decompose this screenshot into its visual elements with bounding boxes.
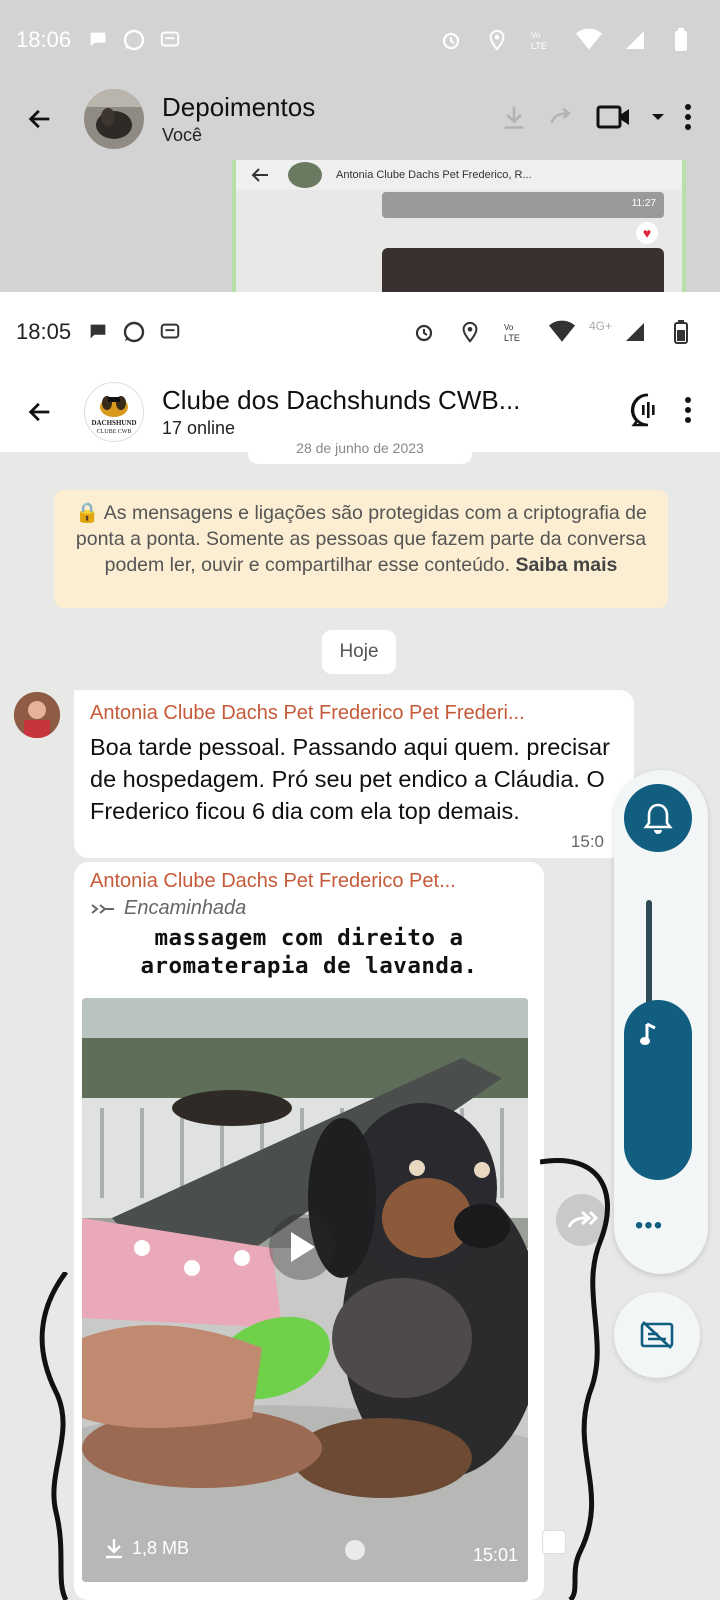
nested-image <box>382 248 664 292</box>
network-type: 4G+ <box>588 319 612 333</box>
chat-title: Clube dos Dachshunds CWB... <box>162 385 521 415</box>
forwarded-icon <box>91 903 114 914</box>
battery-icon <box>668 319 694 345</box>
message-icon <box>157 319 183 345</box>
encryption-notice[interactable]: 🔒 As mensagens e ligações são protegidas… <box>54 490 668 608</box>
more-options-button[interactable] <box>684 395 692 430</box>
message-icon <box>157 27 183 53</box>
download-icon <box>106 1539 122 1559</box>
sender-name[interactable]: Antonia Clube Dachs Pet Frederico Pet... <box>90 870 536 893</box>
volume-panel: ••• <box>614 770 708 1274</box>
video-caption: massagem com direito a aromaterapia de l… <box>82 924 536 980</box>
sender-name[interactable]: Antonia Clube Dachs Pet Frederico Pet Fr… <box>90 702 618 725</box>
wifi-icon <box>576 27 602 53</box>
chevron-down-icon[interactable] <box>650 110 666 128</box>
date-chip: 28 de junho de 2023 <box>248 440 472 464</box>
back-button[interactable] <box>18 390 62 434</box>
message-time: 15:0 <box>570 832 604 851</box>
nested-contact: Antonia Clube Dachs Pet Frederico, R... <box>336 169 532 181</box>
svg-text:Vo: Vo <box>531 31 541 40</box>
background-screenshot: 18:06 Vo LTE Depoimentos Você Antonia Cl… <box>0 0 720 292</box>
arrow-left-icon <box>28 109 50 129</box>
learn-more-link[interactable]: Saiba mais <box>515 554 617 576</box>
status-bar: 18:06 Vo LTE <box>0 0 720 80</box>
location-icon <box>484 27 510 53</box>
sender-avatar[interactable] <box>14 692 60 738</box>
play-icon <box>291 1232 315 1262</box>
video-size: 1,8 MB <box>132 1537 190 1558</box>
chat-bubble-icon <box>85 27 111 53</box>
message-bubble[interactable]: Antonia Clube Dachs Pet Frederico Pet Fr… <box>74 690 634 858</box>
nested-message: 11:27 <box>382 192 664 218</box>
nested-screenshot: Antonia Clube Dachs Pet Frederico, R... … <box>232 160 686 292</box>
chat-bubble-icon <box>85 319 111 345</box>
group-avatar[interactable]: DACHSHUND CLUBE CWB <box>84 382 144 442</box>
volte-icon: Vo LTE <box>503 319 529 345</box>
whatsapp-icon <box>121 319 147 345</box>
alarm-icon <box>438 27 464 53</box>
chat-subtitle: Você <box>162 125 203 145</box>
forward-icon <box>546 103 578 136</box>
live-caption-button[interactable] <box>614 1292 700 1378</box>
svg-text:LTE: LTE <box>504 333 520 343</box>
caption-line-2: aromaterapia de lavanda. <box>140 953 478 979</box>
svg-text:DACHSHUND: DACHSHUND <box>91 419 136 427</box>
status-time: 18:06 <box>16 27 72 52</box>
chat-header: Depoimentos Você <box>0 80 720 158</box>
video-thumbnail[interactable]: 1,8 MB 15:01 <box>82 998 528 1582</box>
video-download[interactable]: 1,8 MB <box>102 1536 189 1560</box>
music-note-icon <box>637 1020 661 1048</box>
back-button[interactable] <box>18 97 62 141</box>
voice-chat-button[interactable] <box>630 392 666 433</box>
volte-icon: Vo LTE <box>530 27 556 53</box>
video-indicator <box>345 1540 365 1560</box>
wifi-icon <box>548 319 575 345</box>
dog-photo <box>82 998 528 1582</box>
message-time: 15:01 <box>472 1545 518 1565</box>
video-call-button[interactable] <box>596 103 632 136</box>
svg-text:LTE: LTE <box>531 41 547 51</box>
forwarded-indicator: Encaminhada <box>90 897 536 920</box>
battery-icon <box>668 27 694 53</box>
nested-time: 11:27 <box>631 198 656 209</box>
bell-icon <box>643 803 673 834</box>
main-screenshot: 18:05 Vo LTE 4G+ DACHSHUND CLUBE CWB Clu… <box>0 292 720 1600</box>
heart-reaction-icon: ♥ <box>636 222 658 244</box>
svg-text:CLUBE CWB: CLUBE CWB <box>97 429 132 435</box>
squiggle-decoration <box>39 1272 69 1600</box>
ringer-mode-button[interactable] <box>624 784 692 852</box>
captions-off-icon <box>640 1321 674 1349</box>
caption-line-1: massagem com direito a <box>154 925 464 951</box>
location-icon <box>457 319 483 345</box>
signal-icon <box>622 319 648 345</box>
chat-subtitle: 17 online <box>162 418 236 438</box>
arrow-left-icon <box>251 168 268 182</box>
nested-header: Antonia Clube Dachs Pet Frederico, R... <box>236 160 682 190</box>
today-chip: Hoje <box>322 630 396 674</box>
whatsapp-icon <box>121 27 147 53</box>
video-message-bubble[interactable]: Antonia Clube Dachs Pet Frederico Pet...… <box>74 862 544 1600</box>
signal-icon <box>622 27 648 53</box>
alarm-icon <box>411 319 437 345</box>
status-time: 18:05 <box>16 319 72 344</box>
more-dots-icon[interactable]: ••• <box>634 1214 664 1238</box>
message-text: Boa tarde pessoal. Passando aqui quem. p… <box>90 734 610 824</box>
forwarded-label: Encaminhada <box>124 897 247 919</box>
more-options-button[interactable] <box>684 102 692 137</box>
arrow-left-icon <box>28 402 50 422</box>
svg-text:Vo: Vo <box>504 323 514 332</box>
avatar <box>288 162 322 188</box>
play-button[interactable] <box>269 1214 335 1280</box>
avatar[interactable] <box>84 89 144 149</box>
status-bar: 18:05 Vo LTE 4G+ <box>0 292 720 372</box>
chat-title: Depoimentos <box>162 92 316 122</box>
download-icon <box>500 103 528 136</box>
